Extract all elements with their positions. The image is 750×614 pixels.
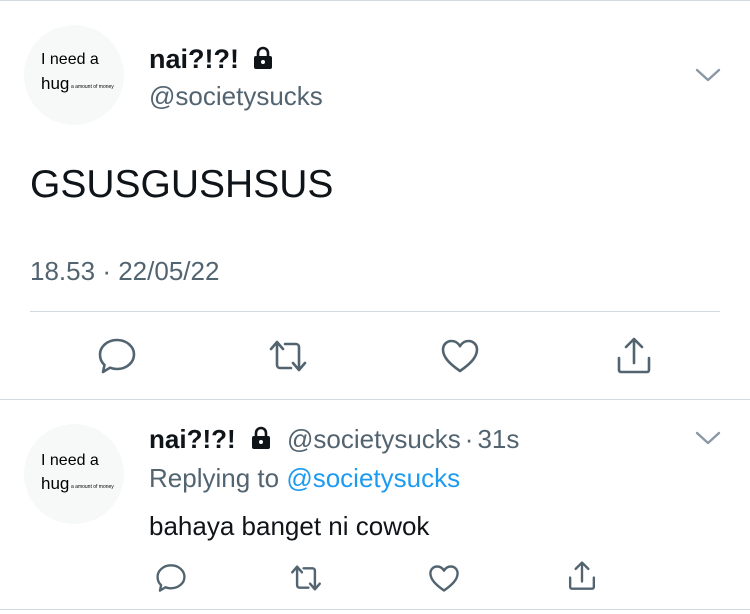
reply-header-meta: @societysucks · 31s	[287, 424, 519, 455]
avatar[interactable]: I need a hug a amount of money	[24, 25, 124, 125]
replying-handle-link[interactable]: @societysucks	[286, 463, 460, 493]
reply-button[interactable]	[149, 556, 193, 600]
share-icon	[568, 561, 596, 590]
comment-icon	[98, 338, 136, 374]
avatar-text-tiny: a amount of money	[71, 484, 114, 490]
tweet-date: 22/05/22	[118, 256, 220, 286]
lock-icon	[254, 46, 272, 69]
retweet-button[interactable]	[284, 556, 328, 600]
retweet-button[interactable]	[266, 334, 310, 378]
bottom-divider	[0, 609, 750, 610]
reply-button[interactable]	[95, 334, 139, 378]
display-name[interactable]: nai?!?!	[149, 44, 239, 75]
chevron-down-icon[interactable]	[695, 67, 721, 83]
tweet-time: 18.53	[30, 256, 96, 286]
avatar[interactable]: I need a hug a amount of money	[24, 424, 124, 524]
reply-text: bahaya banget ni cowok	[149, 511, 430, 541]
comment-icon	[156, 564, 186, 592]
like-button[interactable]	[438, 334, 482, 378]
avatar-text-line2: hug	[41, 74, 70, 93]
avatar-text-line1: I need a	[41, 51, 99, 68]
lock-icon	[252, 426, 270, 449]
meta-separator: ·	[102, 256, 111, 286]
heart-icon	[429, 564, 459, 592]
display-name[interactable]: nai?!?!	[149, 424, 236, 455]
heart-icon	[441, 339, 479, 373]
share-button[interactable]	[560, 554, 604, 598]
tweet-age[interactable]: 31s	[477, 424, 519, 454]
user-handle[interactable]: @societysucks	[149, 81, 323, 112]
meta-separator: ·	[464, 424, 474, 454]
avatar-text-line2: hug	[41, 474, 70, 493]
tweet-divider	[0, 399, 750, 400]
share-icon	[617, 337, 651, 374]
like-button[interactable]	[422, 556, 466, 600]
replying-to: Replying to @societysucks	[149, 463, 460, 494]
share-button[interactable]	[612, 334, 656, 378]
meta-divider	[30, 311, 720, 312]
tweet-timestamp[interactable]: 18.53 · 22/05/22	[30, 256, 219, 287]
avatar-text-line1: I need a	[41, 452, 99, 469]
user-handle[interactable]: @societysucks	[287, 424, 461, 454]
replying-label: Replying to	[149, 463, 280, 493]
chevron-down-icon[interactable]	[695, 430, 721, 446]
tweet-text: GSUSGUSHSUS	[30, 163, 334, 206]
retweet-icon	[291, 565, 321, 591]
top-divider	[0, 0, 750, 1]
avatar-text-tiny: a amount of money	[71, 84, 114, 90]
retweet-icon	[269, 340, 307, 372]
